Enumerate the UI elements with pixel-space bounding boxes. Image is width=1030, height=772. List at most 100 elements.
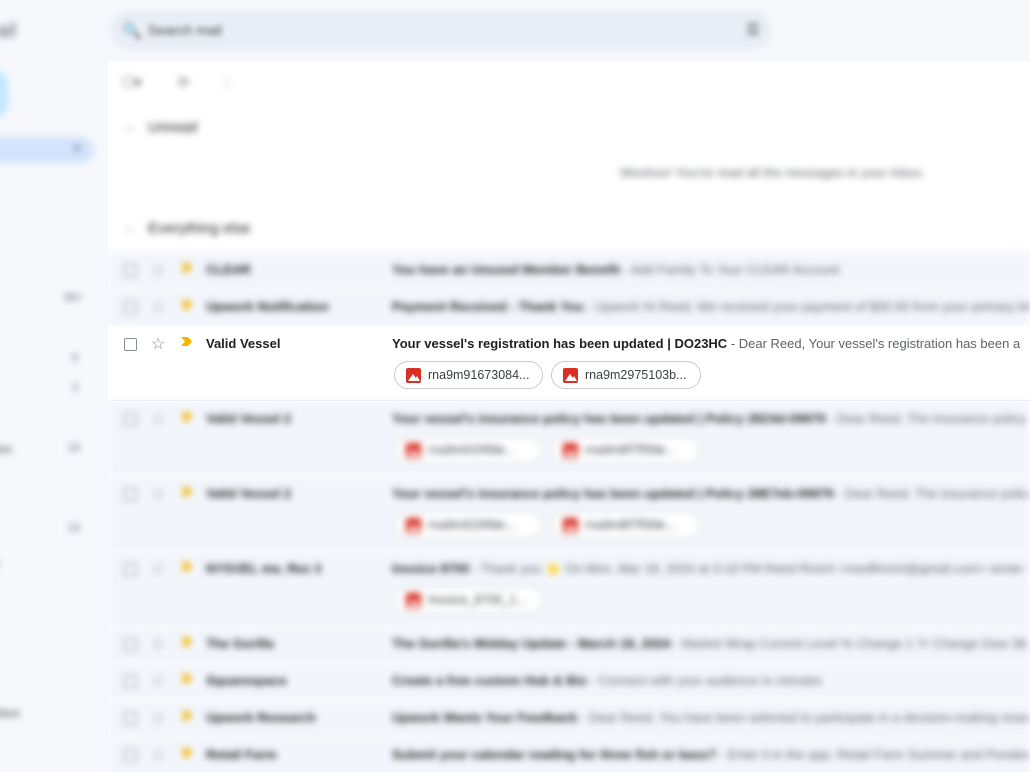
search-bar[interactable]: 🔍 Search mail ☰ xyxy=(110,10,772,50)
sidebar-count: 99+ xyxy=(64,292,83,304)
importance-marker-icon[interactable] xyxy=(180,410,193,423)
row-checkbox[interactable] xyxy=(124,638,137,651)
sidebar-count: 10 xyxy=(68,522,81,534)
importance-marker-icon[interactable] xyxy=(180,672,193,685)
email-subject: Payment Received - Thank You xyxy=(392,299,584,314)
section-title: Unread xyxy=(148,119,198,136)
email-subject-line: Your vessel's insurance policy has been … xyxy=(392,486,1030,501)
importance-marker-icon[interactable] xyxy=(180,335,193,348)
sidebar-count: 16 xyxy=(68,442,81,454)
attachment-chip[interactable]: rna9m8f7f5fde... xyxy=(551,511,701,539)
filter-options-icon[interactable]: ☰ xyxy=(746,20,760,40)
attachment-chip[interactable]: rna9m8f7f5fde... xyxy=(551,436,701,464)
sidebar-count: 6 xyxy=(72,352,79,364)
row-checkbox[interactable] xyxy=(124,338,137,351)
email-row[interactable]: ☆ NYSVEL me, Rez 3 Invoice 8700 - Thank yo… xyxy=(108,551,1030,626)
email-sender: Upwork Notification xyxy=(206,299,329,314)
row-checkbox[interactable] xyxy=(124,563,137,576)
star-icon[interactable]: ☆ xyxy=(151,297,165,317)
sidebar-item-label[interactable]: tes xyxy=(0,442,12,456)
star-icon[interactable]: ☆ xyxy=(151,708,165,728)
attachment-name: rna9m8f7f5fde... xyxy=(585,443,677,457)
email-subject: Invoice 8700 xyxy=(392,561,470,576)
email-row[interactable]: ☆ Valid Vessel 2 Your vessel's insurance p… xyxy=(108,476,1030,551)
email-subject-line: Your vessel's insurance policy has been … xyxy=(392,411,1030,426)
importance-marker-icon[interactable] xyxy=(180,485,193,498)
star-icon[interactable]: ☆ xyxy=(151,260,165,280)
image-file-icon xyxy=(406,518,421,533)
refresh-icon[interactable]: ⟳ xyxy=(178,74,190,91)
mail-list-panel: ☐▾ ⟳ ⋮ ⌄ Unread Woohoo! You've read all … xyxy=(108,62,1030,772)
image-file-icon xyxy=(406,368,421,383)
row-checkbox[interactable] xyxy=(124,749,137,762)
email-snippet: - Dear Reed, The insurance policy for xyxy=(837,486,1030,501)
row-checkbox[interactable] xyxy=(124,675,137,688)
email-subject-line: Your vessel's registration has been upda… xyxy=(392,336,1030,351)
image-file-icon xyxy=(406,443,421,458)
star-icon[interactable]: ☆ xyxy=(151,409,165,429)
star-icon[interactable]: ☆ xyxy=(151,334,165,354)
email-row[interactable]: ☆ Retail Farm Submit your calendar reading… xyxy=(108,737,1030,772)
row-checkbox[interactable] xyxy=(124,413,137,426)
importance-marker-icon[interactable] xyxy=(180,746,193,759)
email-snippet: - Market Wrap Current Level % Change 1 Y… xyxy=(670,636,1030,651)
chevron-down-icon[interactable]: ⌄ xyxy=(125,120,134,133)
attachment-chip[interactable]: rna9m91f4fde... xyxy=(394,436,543,464)
email-row[interactable]: ☆ Squarespace Create a free custom Hub & B… xyxy=(108,663,1030,700)
attachment-chip[interactable]: rna9m91673084... xyxy=(394,361,543,389)
email-subject: Your vessel's insurance policy has been … xyxy=(392,411,826,426)
attachment-name: Invoice_8705_1... xyxy=(428,593,527,607)
image-file-icon xyxy=(563,518,578,533)
star-icon[interactable]: ☆ xyxy=(151,484,165,504)
email-snippet: - Dear Reed, Your vessel's registration … xyxy=(727,336,1021,351)
search-icon[interactable]: 🔍 xyxy=(122,21,142,41)
importance-marker-icon[interactable] xyxy=(180,709,193,722)
section-everything-else[interactable]: ⌄ Everything else xyxy=(108,211,1030,247)
email-subject: Your vessel's registration has been upda… xyxy=(392,336,728,351)
section-title: Everything else xyxy=(148,220,251,237)
email-row[interactable]: ☆ The Gorilla The Gorilla's Midday Update … xyxy=(108,626,1030,663)
attachment-chip[interactable]: rna9m2975103b... xyxy=(551,361,701,389)
email-subject: You have an Unused Member Benefit xyxy=(392,262,621,277)
chevron-down-icon[interactable]: ⌄ xyxy=(125,221,134,234)
importance-marker-icon[interactable] xyxy=(180,560,193,573)
attachment-chip[interactable]: Invoice_8705_1... xyxy=(394,586,543,614)
email-subject: Your vessel's insurance policy has been … xyxy=(392,486,834,501)
image-file-icon xyxy=(563,443,578,458)
row-checkbox[interactable] xyxy=(124,488,137,501)
importance-marker-icon[interactable] xyxy=(180,261,193,274)
email-sender: Valid Vessel 2 xyxy=(206,486,292,501)
email-snippet: - Dear Reed, You have been selected to p… xyxy=(577,710,1030,725)
email-row[interactable]: ☆ Upwork Notification Payment Received - T… xyxy=(108,289,1030,326)
email-snippet: - Connect with your audience in minutes xyxy=(587,673,822,688)
attachment-name: rna9m8f7f5fde... xyxy=(585,518,677,532)
email-snippet: - Enter it in the app: Retail Farm Summe… xyxy=(716,747,1030,762)
attachment-chip[interactable]: rna9m91f4fde... xyxy=(394,511,543,539)
email-sender: Retail Farm xyxy=(206,747,277,762)
gmail-logo-text: ail xyxy=(0,20,17,42)
star-icon[interactable]: ☆ xyxy=(151,634,165,654)
importance-marker-icon[interactable] xyxy=(180,635,193,648)
importance-marker-icon[interactable] xyxy=(180,298,193,311)
email-subject-line: Payment Received - Thank You - Upwork Hi… xyxy=(392,299,1030,314)
email-sender: CLEAR xyxy=(206,262,251,277)
more-options-icon[interactable]: ⋮ xyxy=(220,74,234,91)
email-row[interactable]: ☆ Valid Vessel Your vessel's registration … xyxy=(108,326,1030,401)
email-row[interactable]: ☆ Valid Vessel 2 Your vessel's insurance p… xyxy=(108,401,1030,476)
email-snippet: - Upwork Hi Reed, We received your payme… xyxy=(587,299,1030,314)
sidebar-item-label[interactable]: nbox xyxy=(0,706,20,720)
email-sender: Squarespace xyxy=(206,673,287,688)
row-checkbox[interactable] xyxy=(124,264,137,277)
search-input[interactable]: Search mail xyxy=(148,22,222,38)
email-row[interactable]: ☆ CLEAR You have an Unused Member Benefit … xyxy=(108,252,1030,289)
star-icon[interactable]: ☆ xyxy=(151,745,165,765)
row-checkbox[interactable] xyxy=(124,712,137,725)
star-icon[interactable]: ☆ xyxy=(151,671,165,691)
section-unread[interactable]: ⌄ Unread xyxy=(108,110,1030,146)
select-all-checkbox[interactable]: ☐▾ xyxy=(122,74,142,91)
star-icon[interactable]: ☆ xyxy=(151,559,165,579)
compose-button[interactable] xyxy=(0,70,8,118)
email-row[interactable]: ☆ Upwork Research Upwork Wants Your Feedba… xyxy=(108,700,1030,737)
email-subject-line: Create a free custom Hub & Bio - Connect… xyxy=(392,673,1030,688)
row-checkbox[interactable] xyxy=(124,301,137,314)
